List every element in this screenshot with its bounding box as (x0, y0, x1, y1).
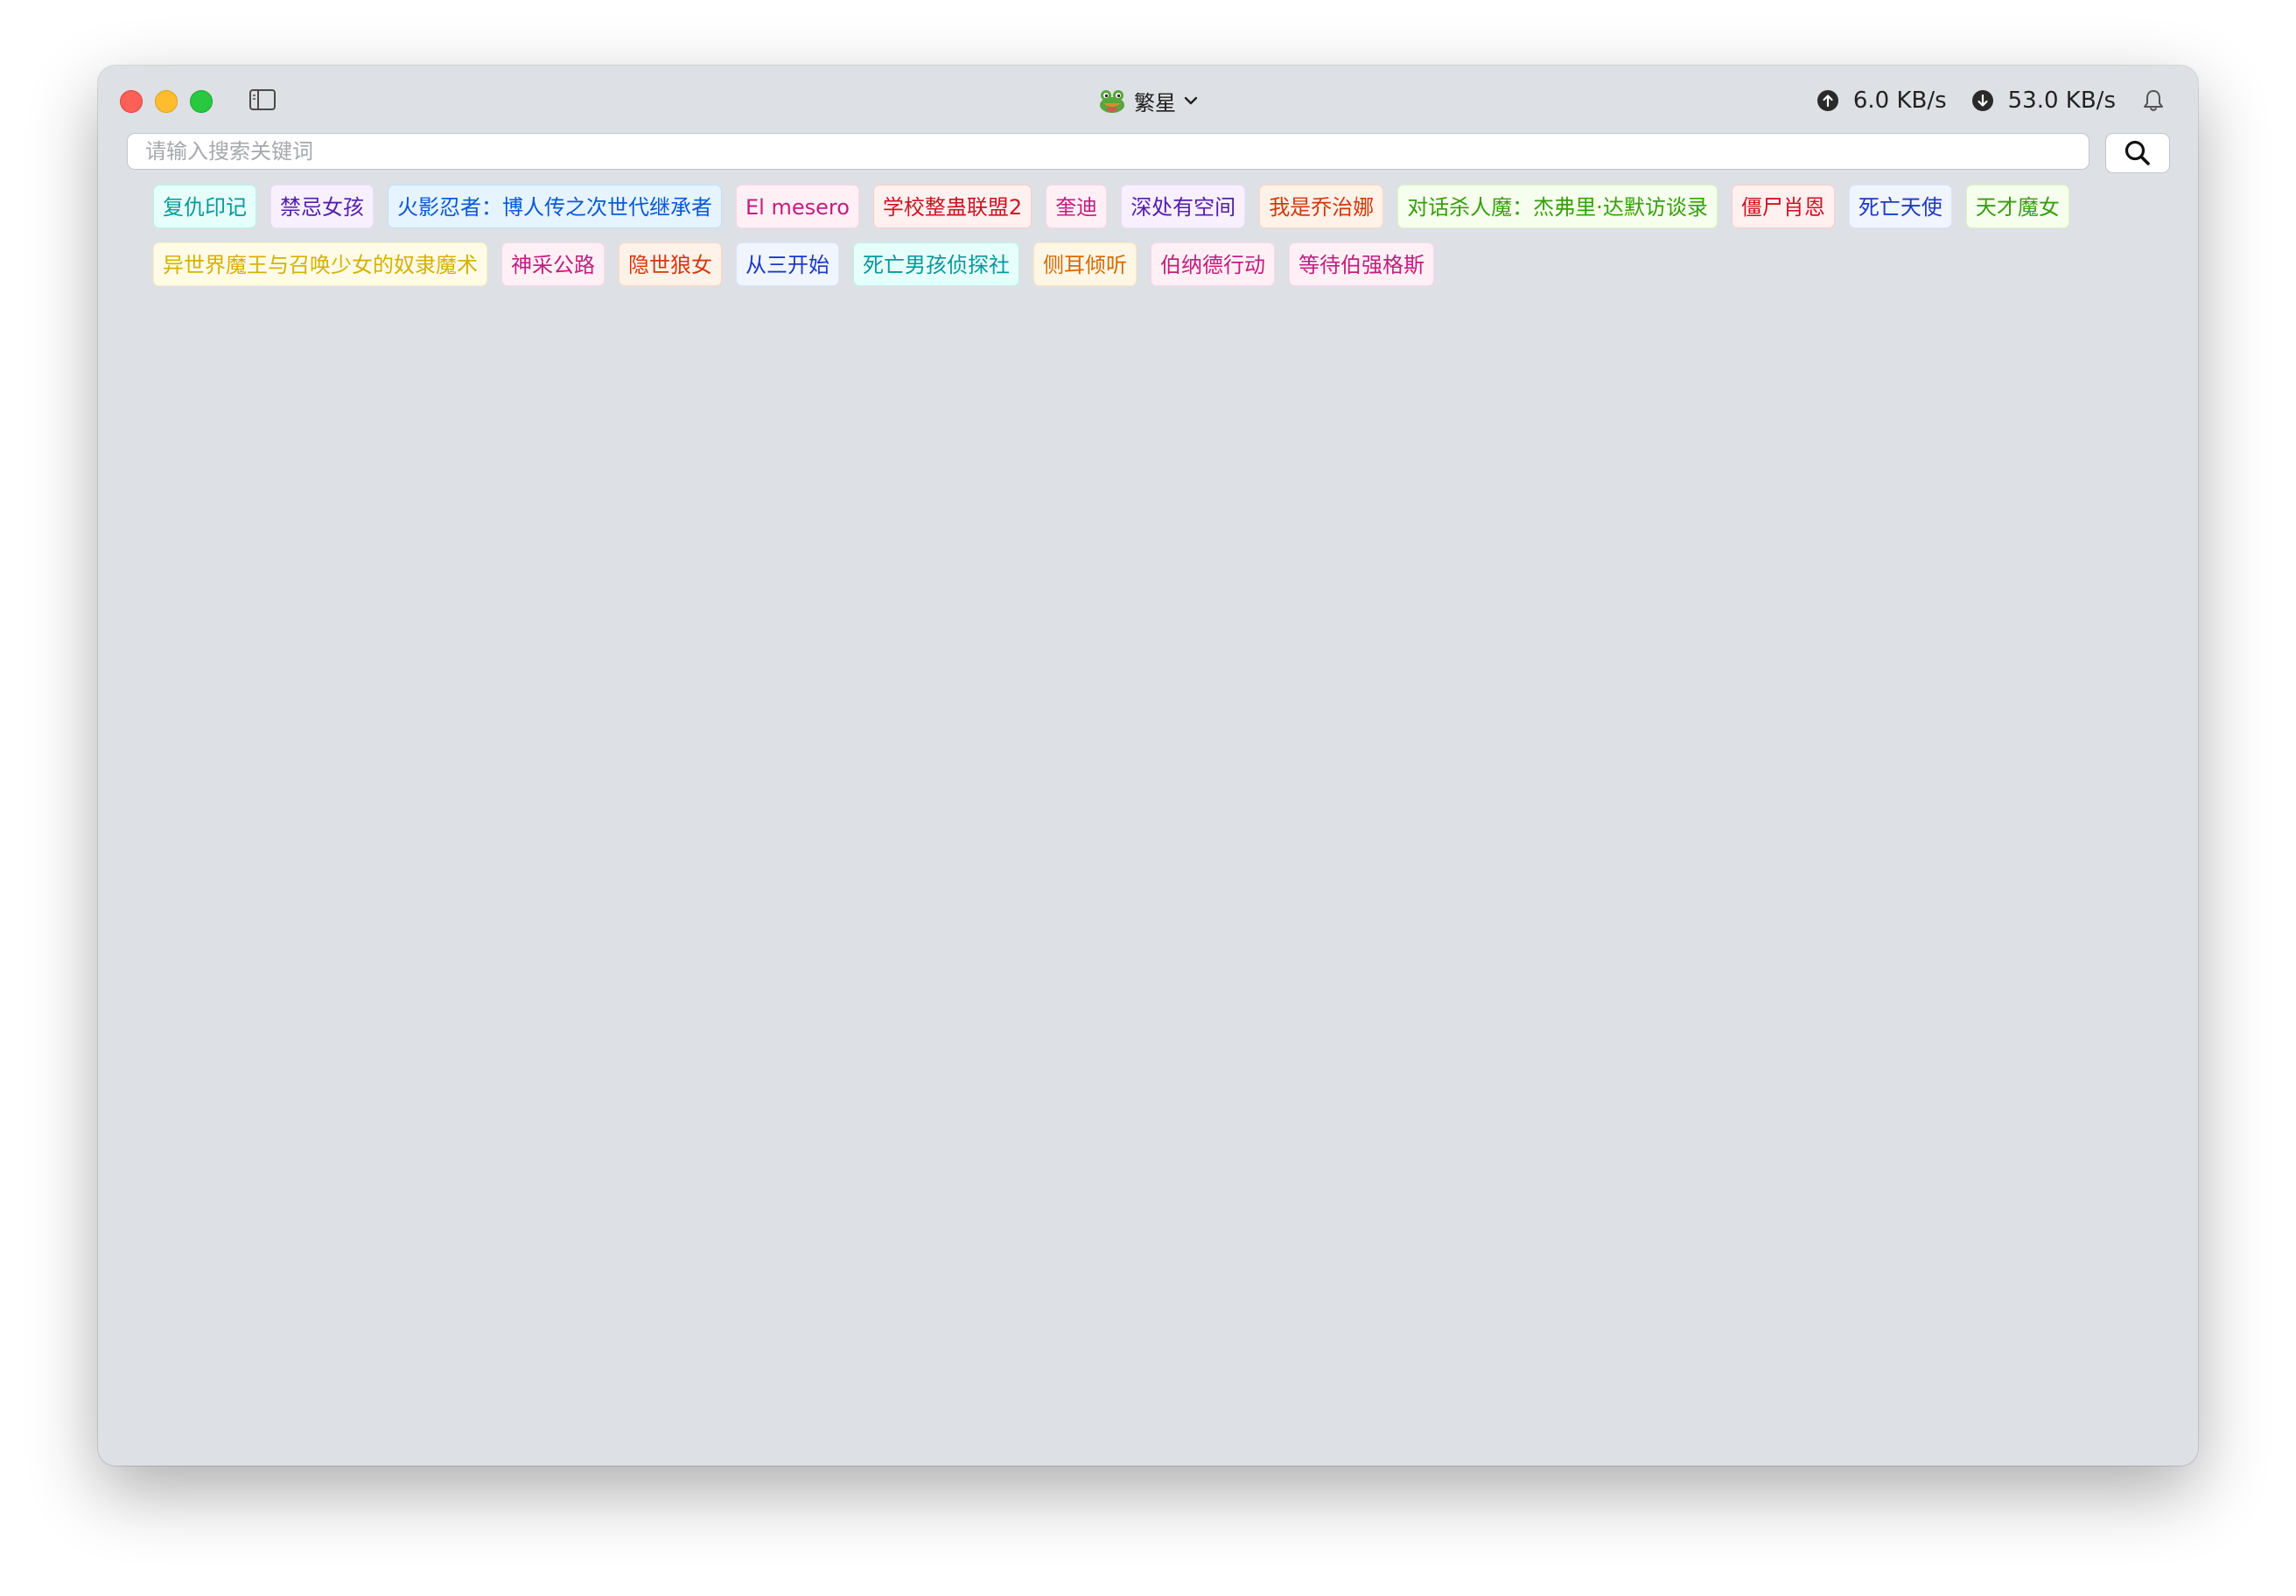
search-tag[interactable]: 死亡天使 (1848, 185, 1952, 228)
search-tag[interactable]: 僵尸肖恩 (1731, 185, 1835, 228)
search-tag[interactable]: 隐世狼女 (619, 242, 722, 286)
title-bar: 繁星 6.0 KB/s 53.0 KB/s (98, 66, 2198, 136)
search-icon (2124, 140, 2150, 165)
chevron-down-icon (1184, 96, 1198, 105)
search-tag[interactable]: 我是乔治娜 (1259, 185, 1384, 228)
network-status: 6.0 KB/s 53.0 KB/s (1816, 83, 2166, 118)
search-input[interactable] (127, 133, 2090, 170)
tag-list: 复仇印记 禁忌女孩 火影忍者：博人传之次世代继承者 El mesero 学校整蛊联盟2 奎… (153, 185, 2166, 286)
frog-logo-icon (1100, 90, 1124, 113)
search-tag[interactable]: 深处有空间 (1121, 185, 1246, 228)
search-tag[interactable]: El mesero (736, 185, 859, 228)
download-arrow-icon (1971, 90, 1993, 111)
bell-icon[interactable] (2140, 88, 2166, 114)
search-tag[interactable]: 奎迪 (1046, 185, 1108, 228)
search-tag[interactable]: 复仇印记 (153, 185, 256, 228)
search-tag[interactable]: 学校整蛊联盟2 (872, 185, 1032, 228)
search-tag[interactable]: 对话杀人魔：杰弗里·达默访谈录 (1397, 185, 1718, 228)
search-tag[interactable]: 天才魔女 (1965, 185, 2069, 228)
search-tag[interactable]: 伯纳德行动 (1151, 242, 1275, 286)
download-rate: 53.0 KB/s (2007, 88, 2116, 114)
search-tag[interactable]: 异世界魔王与召唤少女的奴隶魔术 (153, 242, 487, 286)
app-window: 繁星 6.0 KB/s 53.0 KB/s 请输入搜索关键词 复仇印记 禁忌女孩… (98, 66, 2198, 1466)
search-tag[interactable]: 从三开始 (736, 242, 839, 286)
upload-arrow-icon (1816, 90, 1838, 111)
search-bar (127, 133, 2170, 173)
search-button[interactable] (2105, 133, 2170, 173)
upload-rate: 6.0 KB/s (1852, 88, 1947, 114)
search-tag[interactable]: 神采公路 (501, 242, 605, 286)
search-tag[interactable]: 火影忍者：博人传之次世代继承者 (388, 185, 722, 228)
search-tag[interactable]: 禁忌女孩 (270, 185, 374, 228)
search-tag[interactable]: 等待伯强格斯 (1289, 242, 1434, 286)
app-name: 繁星 (1134, 90, 1176, 116)
search-tag[interactable]: 死亡男孩侦探社 (853, 242, 1019, 286)
search-tag[interactable]: 侧耳倾听 (1033, 242, 1137, 286)
